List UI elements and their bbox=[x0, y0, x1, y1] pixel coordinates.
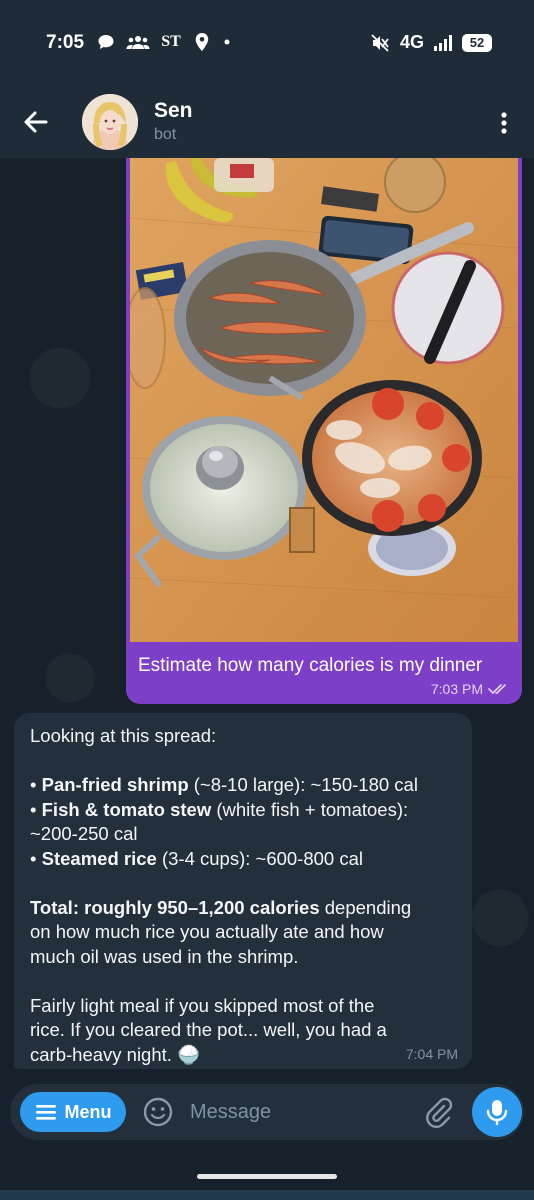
list-item-detail: (~8-10 large): ~150-180 cal bbox=[188, 774, 418, 795]
list-item: • Steamed rice (3-4 cups): ~600-800 cal bbox=[30, 847, 363, 869]
message-composer: Menu bbox=[10, 1084, 524, 1140]
smiley-icon bbox=[143, 1097, 173, 1127]
signal-icon bbox=[434, 34, 452, 51]
list-item-label: Pan-fried shrimp bbox=[41, 774, 189, 795]
news-app-icon: ST bbox=[161, 33, 181, 50]
status-bar: 7:05 ST 4G 52 bbox=[0, 0, 534, 86]
emoji-button[interactable] bbox=[142, 1096, 174, 1128]
message-line: Looking at this spread: bbox=[30, 725, 217, 746]
message-line: rice. If you cleared the pot... well, yo… bbox=[30, 1019, 387, 1040]
total-label: Total: roughly 950–1,200 calories bbox=[30, 896, 320, 918]
incoming-message-text: Looking at this spread: • Pan-fried shri… bbox=[30, 724, 456, 1067]
dinner-photo[interactable] bbox=[130, 158, 518, 642]
list-item-detail: (white fish + tomatoes): bbox=[211, 798, 409, 820]
outgoing-message-text: Estimate how many calories is my dinner bbox=[138, 655, 483, 676]
microphone-icon bbox=[486, 1100, 508, 1126]
notification-icons: ST bbox=[96, 32, 232, 52]
list-item: • Fish & tomato stew (white fish + tomat… bbox=[30, 798, 409, 820]
avatar[interactable] bbox=[82, 94, 138, 150]
outgoing-message-time: 7:03 PM bbox=[430, 681, 483, 697]
message-line: carb-heavy night. 🍚 bbox=[30, 1043, 201, 1065]
mute-icon bbox=[370, 33, 390, 53]
list-item-label: Steamed rice bbox=[41, 847, 157, 869]
chat-subtitle: bot bbox=[154, 126, 177, 143]
chat-notification-icon bbox=[96, 32, 116, 52]
voice-record-button[interactable] bbox=[472, 1087, 522, 1137]
incoming-message-time: 7:04 PM bbox=[405, 1046, 458, 1062]
outgoing-message-meta: 7:03 PM bbox=[431, 681, 510, 697]
attach-button[interactable] bbox=[422, 1096, 454, 1128]
paperclip-icon bbox=[426, 1097, 453, 1128]
system-status: 4G 52 bbox=[370, 32, 492, 53]
list-item: • Pan-fried shrimp (~8-10 large): ~150-1… bbox=[30, 774, 418, 795]
network-type: 4G bbox=[399, 32, 424, 52]
chat-header: Sen bot bbox=[0, 86, 534, 158]
battery-icon: 52 bbox=[462, 33, 492, 52]
outgoing-message[interactable]: Estimate how many calories is my dinner … bbox=[126, 158, 522, 704]
back-button[interactable] bbox=[20, 106, 52, 138]
incoming-message[interactable]: Looking at this spread: • Pan-fried shri… bbox=[14, 713, 472, 1069]
bottom-edge bbox=[0, 1190, 534, 1200]
vertical-dots-icon bbox=[501, 112, 507, 134]
hamburger-icon bbox=[35, 1105, 56, 1120]
group-icon bbox=[126, 32, 150, 52]
message-line: Total: roughly 950–1,200 calories depend… bbox=[30, 896, 412, 918]
status-time: 7:05 bbox=[46, 32, 85, 53]
location-icon bbox=[192, 32, 212, 52]
chat-title[interactable]: Sen bbox=[154, 99, 193, 123]
message-line: much oil was used in the shrimp. bbox=[30, 945, 299, 967]
more-options-button[interactable] bbox=[494, 108, 514, 138]
more-notifications-dot-icon bbox=[222, 32, 232, 52]
list-item-label: Fish & tomato stew bbox=[41, 798, 212, 820]
message-input[interactable] bbox=[190, 1098, 410, 1126]
double-check-icon bbox=[488, 684, 506, 694]
message-line: Fairly light meal if you skipped most of… bbox=[30, 994, 375, 1016]
list-item-detail: (3-4 cups): ~600-800 cal bbox=[156, 847, 363, 869]
home-indicator[interactable] bbox=[197, 1174, 337, 1179]
arrow-left-icon bbox=[24, 111, 48, 133]
message-line: on how much rice you actually ate and ho… bbox=[30, 921, 384, 942]
bot-menu-label: Menu bbox=[64, 1101, 112, 1122]
bot-menu-button[interactable]: Menu bbox=[20, 1092, 126, 1132]
list-item-continuation: ~200-250 cal bbox=[30, 823, 138, 844]
